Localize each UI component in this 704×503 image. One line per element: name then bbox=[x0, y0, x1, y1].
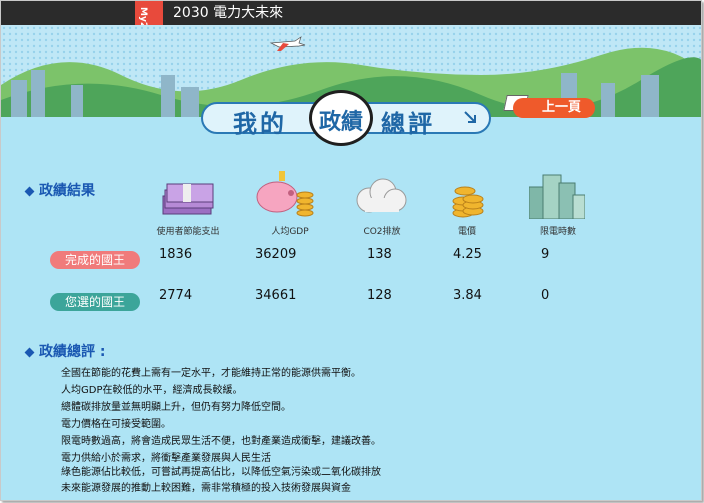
tag-chosen-king[interactable]: 您選的國王 bbox=[50, 293, 140, 311]
value-cell: 138 bbox=[367, 247, 392, 262]
heading-right: 總評 bbox=[381, 110, 435, 138]
value-cell: 9 bbox=[541, 247, 550, 262]
coins-icon bbox=[452, 186, 484, 218]
col-label-savings: 使用者節能支出 bbox=[156, 227, 220, 237]
value-cell: 128 bbox=[367, 288, 392, 303]
piggy-bank-icon bbox=[256, 171, 314, 217]
col-label-co2: CO2排放 bbox=[363, 227, 401, 237]
value-cell: 2774 bbox=[159, 288, 193, 303]
value-cell: 3.84 bbox=[453, 288, 482, 303]
app-title: 2030 電力大未來 bbox=[173, 5, 284, 21]
comment-line: 電力價格在可接受範圍。 bbox=[61, 419, 171, 430]
col-label-outage: 限電時數 bbox=[539, 227, 576, 237]
results-heading: 政績結果 bbox=[24, 180, 95, 200]
page-heading: 我的 政績 總評 bbox=[201, 90, 497, 146]
money-icon bbox=[162, 183, 214, 215]
col-label-gdp: 人均GDP bbox=[271, 227, 309, 237]
heading-left: 我的 bbox=[233, 110, 287, 138]
value-cell: 36209 bbox=[255, 247, 297, 262]
diamond-icon bbox=[24, 186, 35, 196]
col-label-price: 電價 bbox=[457, 227, 476, 237]
value-cell: 34661 bbox=[255, 288, 297, 303]
comment-line: 未來能源發展的推動上較困難，需非常積極的投入技術發展與資金 bbox=[61, 483, 351, 494]
comment-line: 電力供給小於需求，將衝擊產業發展與人民生活 bbox=[61, 453, 271, 464]
heading-mid: 政績 bbox=[318, 110, 363, 135]
diamond-icon bbox=[24, 347, 35, 357]
value-cell: 4.25 bbox=[453, 247, 482, 262]
cloud-icon bbox=[356, 178, 407, 213]
arrow-icon bbox=[464, 111, 476, 123]
comment-line: 總體碳排放量並無明顯上升，但仍有努力降低空間。 bbox=[61, 402, 291, 413]
tag-completed-king[interactable]: 完成的國王 bbox=[50, 251, 140, 269]
comment-line: 全國在節能的花費上需有一定水平，才能維持正常的能源供需平衡。 bbox=[61, 368, 361, 379]
value-cell: 1836 bbox=[159, 247, 193, 262]
comment-line: 限電時數過高，將會造成民眾生活不便，也對產業造成衝擊，建議改善。 bbox=[61, 436, 381, 447]
results-heading-text: 政績結果 bbox=[39, 183, 95, 199]
prev-page-button[interactable]: 上一頁 bbox=[513, 98, 595, 118]
comment-line: 綠色能源佔比較低，可嘗試再提高佔比，以降低空氣污染或二氧化碳排放 bbox=[61, 467, 381, 478]
evaluation-heading-text: 政績總評 : bbox=[39, 344, 106, 360]
value-cell: 0 bbox=[541, 288, 550, 303]
top-bar: 2030 電力大未來 bbox=[1, 1, 701, 25]
app-window: 2030 電力大未來 My2030 bbox=[0, 0, 702, 501]
comment-line: 人均GDP在較低的水平，經濟成長較緩。 bbox=[61, 385, 243, 396]
evaluation-heading: 政績總評 : bbox=[24, 341, 106, 361]
buildings-icon bbox=[529, 174, 585, 219]
